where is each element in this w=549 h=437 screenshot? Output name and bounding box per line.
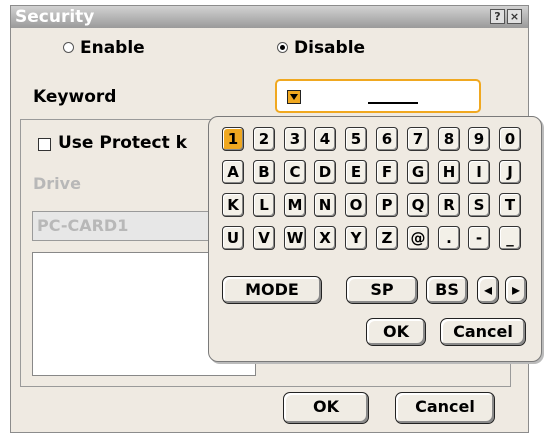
key-i[interactable]: I <box>468 160 490 184</box>
help-icon[interactable]: ? <box>490 9 505 24</box>
key-q[interactable]: Q <box>407 193 429 217</box>
key-l[interactable]: L <box>253 193 275 217</box>
key-sym-6[interactable]: @ <box>407 226 429 250</box>
key-a[interactable]: A <box>222 160 244 184</box>
key-x[interactable]: X <box>314 226 336 250</box>
key-h[interactable]: H <box>438 160 460 184</box>
key-e[interactable]: E <box>345 160 367 184</box>
keyword-input[interactable] <box>275 79 481 113</box>
key-d[interactable]: D <box>314 160 336 184</box>
cursor-left-icon[interactable]: ◂ <box>477 276 499 304</box>
key-n[interactable]: N <box>314 193 336 217</box>
key-6[interactable]: 6 <box>376 127 398 151</box>
keyword-cursor <box>368 102 418 104</box>
key-sym-8[interactable]: - <box>468 226 490 250</box>
key-j[interactable]: J <box>499 160 521 184</box>
key-m[interactable]: M <box>284 193 306 217</box>
key-w[interactable]: W <box>284 226 306 250</box>
backspace-button[interactable]: BS <box>426 276 468 304</box>
key-5[interactable]: 5 <box>345 127 367 151</box>
space-button[interactable]: SP <box>346 276 418 304</box>
use-protect-key-label: Use Protect k <box>58 133 187 153</box>
key-sym-7[interactable]: . <box>438 226 460 250</box>
keyboard-cancel-button[interactable]: Cancel <box>440 318 526 346</box>
keyboard-ok-button[interactable]: OK <box>366 318 426 346</box>
mode-button[interactable]: MODE <box>222 276 322 304</box>
key-z[interactable]: Z <box>376 226 398 250</box>
enable-radio[interactable] <box>63 42 74 53</box>
key-p[interactable]: P <box>376 193 398 217</box>
key-s[interactable]: S <box>468 193 490 217</box>
enable-label: Enable <box>80 38 145 58</box>
key-o[interactable]: O <box>345 193 367 217</box>
key-y[interactable]: Y <box>345 226 367 250</box>
key-4[interactable]: 4 <box>314 127 336 151</box>
disable-label: Disable <box>294 38 366 58</box>
disable-radio[interactable] <box>277 42 288 53</box>
key-3[interactable]: 3 <box>284 127 306 151</box>
drive-select[interactable]: PC-CARD1 <box>32 211 212 241</box>
chevron-down-icon[interactable] <box>287 90 301 104</box>
key-sym-9[interactable]: _ <box>499 226 521 250</box>
key-2[interactable]: 2 <box>253 127 275 151</box>
key-t[interactable]: T <box>499 193 521 217</box>
key-v[interactable]: V <box>253 226 275 250</box>
window-title: Security <box>15 7 95 27</box>
key-r[interactable]: R <box>438 193 460 217</box>
key-b[interactable]: B <box>253 160 275 184</box>
key-1[interactable]: 1 <box>222 127 244 151</box>
ok-button[interactable]: OK <box>283 392 369 424</box>
key-c[interactable]: C <box>284 160 306 184</box>
use-protect-key-checkbox[interactable] <box>38 138 51 151</box>
key-g[interactable]: G <box>407 160 429 184</box>
cancel-button[interactable]: Cancel <box>395 392 495 424</box>
keyword-label: Keyword <box>33 87 117 107</box>
key-f[interactable]: F <box>376 160 398 184</box>
cursor-right-icon[interactable]: ▸ <box>505 276 527 304</box>
key-8[interactable]: 8 <box>438 127 460 151</box>
key-7[interactable]: 7 <box>407 127 429 151</box>
key-u[interactable]: U <box>222 226 244 250</box>
key-k[interactable]: K <box>222 193 244 217</box>
key-9[interactable]: 9 <box>468 127 490 151</box>
key-0[interactable]: 0 <box>499 127 521 151</box>
close-icon[interactable]: × <box>507 9 522 24</box>
drive-label: Drive <box>33 174 81 193</box>
